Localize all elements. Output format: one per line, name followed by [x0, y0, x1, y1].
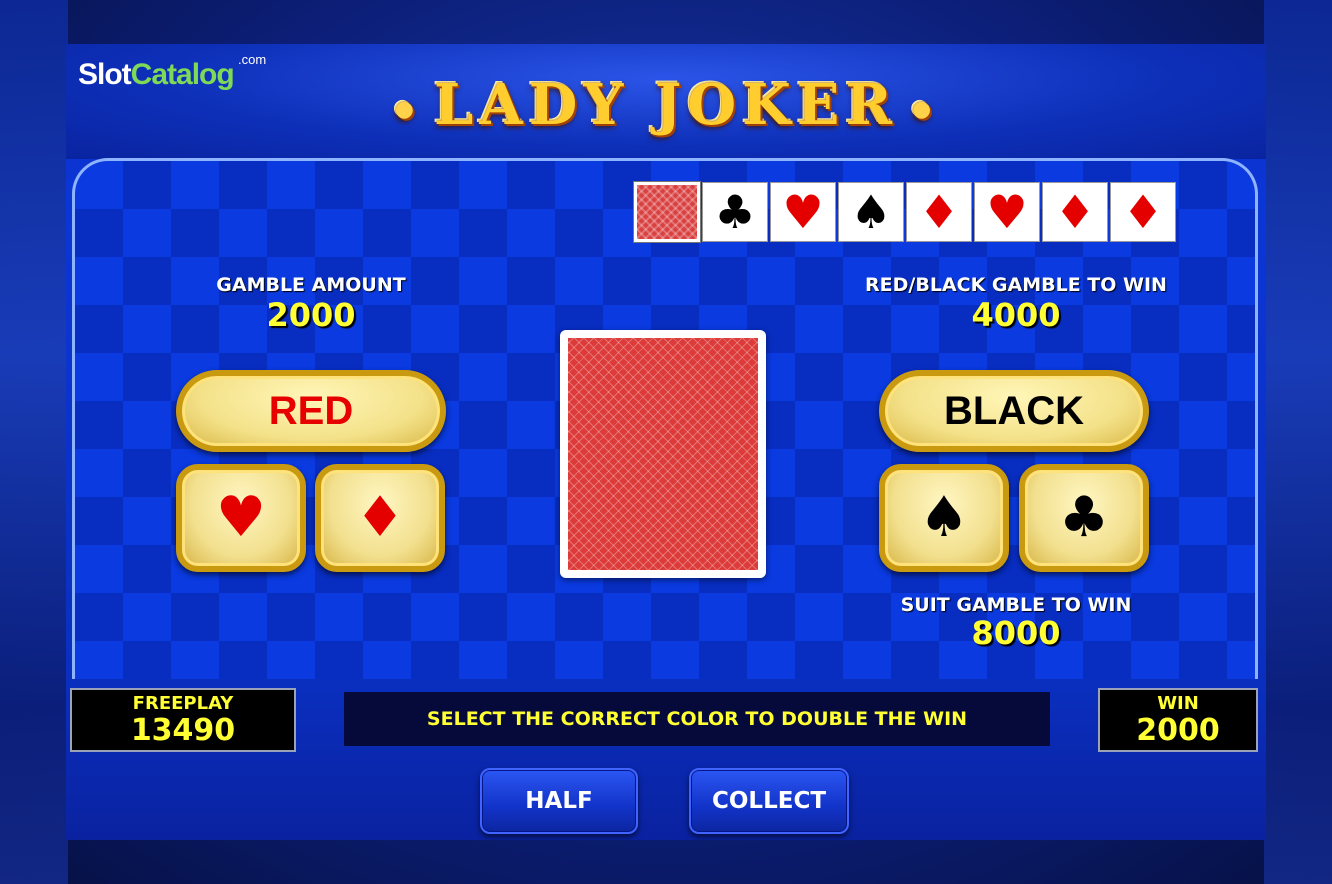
logo-com-text: .com [238, 52, 267, 67]
game-header: SlotCatalog .com ● LADY JOKER ● [66, 44, 1266, 159]
history-card-diamond: ♦ [1042, 182, 1108, 242]
win-label: WIN [1157, 693, 1199, 714]
title-dot-left: ● [394, 96, 420, 123]
diamond-suit-button[interactable]: ♦ [315, 464, 445, 572]
history-card-heart: ♥ [974, 182, 1040, 242]
freeplay-value: 13490 [130, 713, 236, 748]
half-button[interactable]: HALF [480, 768, 638, 834]
background-blur-right [1264, 0, 1332, 884]
background-blur-left [0, 0, 68, 884]
collect-button[interactable]: COLLECT [689, 768, 849, 834]
win-value: 2000 [1136, 713, 1220, 748]
history-card-diamond: ♦ [1110, 182, 1176, 242]
game-title-text: LADY JOKER [433, 72, 899, 138]
suit-gamble-label: SUIT GAMBLE TO WIN [900, 594, 1132, 616]
spade-suit-button[interactable]: ♠ [879, 464, 1009, 572]
history-card-spade: ♠ [838, 182, 904, 242]
game-title: ● LADY JOKER ● [66, 72, 1266, 138]
win-box: WIN 2000 [1098, 688, 1258, 752]
gamble-card-face-down [560, 330, 766, 578]
history-card-club: ♣ [702, 182, 768, 242]
freeplay-box: FREEPLAY 13490 [70, 688, 296, 752]
history-card-back [633, 181, 701, 243]
history-card-diamond: ♦ [906, 182, 972, 242]
gamble-amount-value: 2000 [266, 296, 356, 334]
gamble-amount-label: GAMBLE AMOUNT [216, 274, 406, 296]
title-dot-right: ● [912, 96, 938, 123]
card-back-pattern [568, 338, 758, 570]
card-history: ♣ ♥ ♠ ♦ ♥ ♦ ♦ [633, 181, 1176, 243]
red-button[interactable]: RED [176, 370, 446, 452]
history-card-heart: ♥ [770, 182, 836, 242]
game-window: SlotCatalog .com ● LADY JOKER ● ♣ ♥ ♠ ♦ ♥ … [66, 44, 1266, 840]
black-button[interactable]: BLACK [879, 370, 1149, 452]
status-message: SELECT THE CORRECT COLOR TO DOUBLE THE W… [426, 708, 968, 730]
status-message-bar: SELECT THE CORRECT COLOR TO DOUBLE THE W… [344, 692, 1050, 746]
freeplay-label: FREEPLAY [132, 693, 234, 714]
color-gamble-value: 4000 [971, 296, 1061, 334]
heart-suit-button[interactable]: ♥ [176, 464, 306, 572]
club-suit-button[interactable]: ♣ [1019, 464, 1149, 572]
color-gamble-label: RED/BLACK GAMBLE TO WIN [865, 274, 1167, 296]
suit-gamble-value: 8000 [971, 614, 1061, 652]
